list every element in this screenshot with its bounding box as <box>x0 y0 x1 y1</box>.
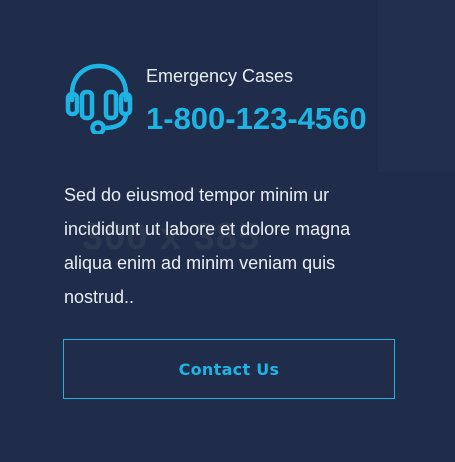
emergency-card: 300 x 385 Emergency Cases 1-800-123-4560… <box>0 0 455 462</box>
background-image-block <box>378 0 455 172</box>
contact-us-button[interactable]: Contact Us <box>63 339 395 399</box>
emergency-label: Emergency Cases <box>146 66 294 86</box>
phone-number: 1-800-123-4560 <box>146 101 367 136</box>
headset-icon <box>65 63 133 134</box>
description-text: Sed do eiusmod tempor minim ur incididun… <box>64 185 351 307</box>
